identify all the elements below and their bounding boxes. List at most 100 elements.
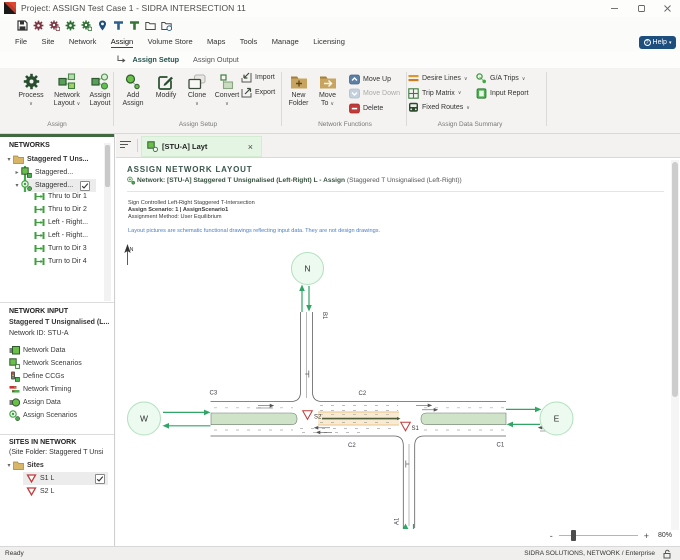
menu-assign[interactable]: Assign xyxy=(110,37,134,48)
info-assign-scenario: Assign Scenario: 1 | AssignScenario1 xyxy=(128,206,229,213)
process-site-gear-icon[interactable] xyxy=(33,20,44,31)
move-up-button[interactable]: Move Up xyxy=(349,73,391,85)
save-icon[interactable] xyxy=(17,20,28,31)
document-tab[interactable]: [STU-A] Layt × xyxy=(141,136,262,157)
import-button[interactable]: Import xyxy=(241,71,275,83)
route-icon xyxy=(34,258,45,265)
chevron-right-icon[interactable]: ▸ xyxy=(13,169,21,176)
site-layout-icon[interactable] xyxy=(113,20,124,31)
tree-folder-staggered[interactable]: ▾ Staggered T Uns... xyxy=(5,153,88,166)
help-button[interactable]: ? Help ▾ xyxy=(639,36,676,49)
menu-site[interactable]: Site xyxy=(41,37,54,47)
open-folder-icon[interactable] xyxy=(145,20,156,31)
minimize-button[interactable] xyxy=(601,0,627,17)
tree-route-4[interactable]: Left - Right... xyxy=(34,229,88,242)
item-label: Network Data xyxy=(23,347,66,354)
close-button[interactable] xyxy=(654,0,680,17)
process-network-gear-icon[interactable] xyxy=(65,20,76,31)
network-checkbox[interactable] xyxy=(80,180,90,191)
network-nodes: N W E xyxy=(127,252,574,436)
menu-network[interactable]: Network xyxy=(69,37,97,47)
desire-lines-button[interactable]: Desire Lines ∨ xyxy=(408,73,468,85)
move-down-label: Move Down xyxy=(363,90,400,97)
define-ccgs-item[interactable]: Define CCGs xyxy=(9,370,64,383)
scrollbar-thumb[interactable] xyxy=(672,162,678,397)
chevron-down-icon[interactable]: ▾ xyxy=(13,182,21,189)
assign-scenarios-item[interactable]: Assign Scenarios xyxy=(9,409,77,422)
export-icon xyxy=(241,87,252,98)
tab-assign-output[interactable]: Assign Output xyxy=(193,55,239,64)
export-button[interactable]: Export xyxy=(241,87,275,99)
menu-manage[interactable]: Manage xyxy=(272,37,299,47)
move-down-button[interactable]: Move Down xyxy=(349,88,400,100)
menu-volume-store[interactable]: Volume Store xyxy=(148,37,193,47)
trip-matrix-button[interactable]: Trip Matrix ∨ xyxy=(408,87,461,99)
network-data-item[interactable]: Network Data xyxy=(9,344,65,357)
button-label: Network Layout ∨ xyxy=(49,92,85,108)
tree-route-3[interactable]: Left - Right... xyxy=(34,216,88,229)
tree-network-1[interactable]: ▸ Staggered... xyxy=(13,166,73,179)
fixed-routes-label: Fixed Routes xyxy=(422,104,464,111)
chevron-down-icon[interactable]: ▾ xyxy=(5,462,13,469)
network-icon xyxy=(21,167,32,178)
fixed-routes-button[interactable]: Fixed Routes ∨ xyxy=(408,102,470,114)
menu-tools[interactable]: Tools xyxy=(240,37,258,47)
maximize-button[interactable] xyxy=(628,0,654,17)
tab-list-menu-icon[interactable] xyxy=(120,141,131,149)
site-checkbox[interactable] xyxy=(95,473,105,484)
process-site-scenarios-gear-icon[interactable] xyxy=(49,20,60,31)
tree-route-2[interactable]: Thru to Dir 2 xyxy=(34,203,87,216)
delete-button[interactable]: Delete xyxy=(349,102,383,114)
menu-maps[interactable]: Maps xyxy=(207,37,225,47)
open-recent-folder-icon[interactable] xyxy=(161,20,172,31)
tree-folder-sites[interactable]: ▾ Sites xyxy=(5,459,44,472)
tab-assign-setup[interactable]: Assign Setup xyxy=(133,55,180,64)
menu-licensing[interactable]: Licensing xyxy=(313,37,345,47)
route-icon xyxy=(34,232,45,239)
tree-site-s1[interactable]: S1 L xyxy=(26,472,54,485)
network-layout-icon xyxy=(58,70,76,90)
tree-route-5[interactable]: Turn to Dir 3 xyxy=(34,242,87,255)
sidebar-scrollbar[interactable] xyxy=(104,143,111,301)
process-button[interactable]: Process ∨ xyxy=(13,70,49,126)
process-network-scenarios-gear-icon[interactable] xyxy=(81,20,92,31)
zoom-in-button[interactable]: + xyxy=(644,531,649,541)
import-icon xyxy=(241,72,252,82)
button-label: Clone ∨ xyxy=(188,92,206,108)
tree-site-s2[interactable]: S2 L xyxy=(26,485,54,498)
move-to-button[interactable]: Move To ∨ xyxy=(315,70,340,126)
convert-button[interactable]: Convert ∨ xyxy=(212,70,242,126)
add-assign-button[interactable]: Add Assign xyxy=(116,70,150,126)
help-label: Help xyxy=(652,39,667,46)
network-layout-button[interactable]: Network Layout ∨ xyxy=(49,70,85,126)
assign-layout-button[interactable]: Assign Layout xyxy=(85,70,115,126)
network-timing-item[interactable]: Network Timing xyxy=(9,383,71,396)
zoom-slider-handle[interactable] xyxy=(570,530,576,541)
route-icon xyxy=(34,245,45,252)
clone-button[interactable]: Clone ∨ xyxy=(182,70,212,126)
zoom-slider[interactable] xyxy=(558,530,638,541)
info-lines: Sign Controlled Left-Right Staggered T-I… xyxy=(128,200,255,220)
tree-route-1[interactable]: Thru to Dir 1 xyxy=(34,190,87,203)
ribbon-separator xyxy=(281,72,282,126)
network-layout-icon[interactable] xyxy=(129,20,140,31)
tab-close-icon[interactable]: × xyxy=(248,142,253,152)
network-scenarios-item[interactable]: Network Scenarios xyxy=(9,357,82,370)
input-report-button[interactable]: Input Report xyxy=(476,87,529,99)
chevron-down-icon[interactable]: ▾ xyxy=(5,156,13,163)
zoom-out-button[interactable]: - xyxy=(550,531,553,541)
document-scrollbar[interactable] xyxy=(671,160,679,530)
menu-file[interactable]: File xyxy=(15,37,27,47)
scrollbar-thumb[interactable] xyxy=(105,145,110,187)
divider xyxy=(127,191,664,192)
route-icon xyxy=(34,193,45,200)
ga-trips-button[interactable]: G/A Trips ∨ xyxy=(476,73,525,85)
new-folder-button[interactable]: New Folder xyxy=(283,70,314,126)
modify-button[interactable]: Modify xyxy=(150,70,182,126)
document-tab-label: [STU-A] Layt xyxy=(162,142,208,151)
tree-route-6[interactable]: Turn to Dir 4 xyxy=(34,255,87,268)
trip-matrix-label: Trip Matrix xyxy=(422,89,455,97)
assign-data-item[interactable]: Assign Data xyxy=(9,396,61,409)
map-pin-icon[interactable] xyxy=(97,20,108,31)
network-subtitle-line: Network: [STU-A] Staggered T Unsignalise… xyxy=(127,176,462,185)
